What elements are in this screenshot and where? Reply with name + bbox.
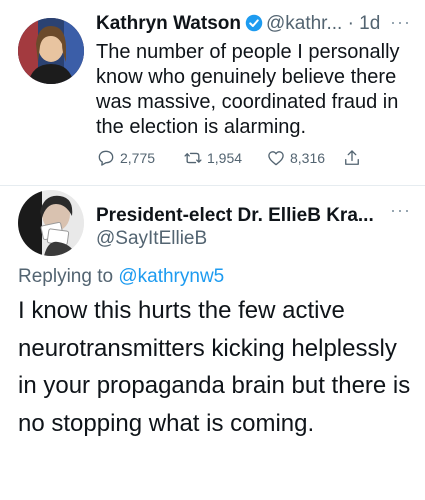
divider (0, 185, 425, 186)
retweet-button[interactable]: 1,954 (183, 148, 242, 168)
tweet-header: Kathryn Watson @kathr... · 1d (96, 12, 380, 36)
tweet-actions: 2,775 1,954 8,316 (96, 148, 416, 170)
handle-and-time[interactable]: @kathr... · 1d (266, 13, 380, 34)
replying-to: Replying to @kathrynw5 (18, 266, 224, 288)
retweet-icon (184, 152, 202, 164)
tweet-text: The number of people I personally know w… (96, 41, 400, 138)
replying-prefix: Replying to (18, 266, 119, 287)
like-count: 8,316 (290, 150, 326, 166)
tweet-original[interactable]: Kathryn Watson @kathr... · 1d ··· The num… (0, 0, 425, 185)
verified-badge-icon (245, 14, 263, 32)
display-name[interactable]: Kathryn Watson (96, 13, 241, 34)
avatar-image (18, 18, 84, 84)
avatar-image (18, 190, 84, 256)
tweet-header: President-elect Dr. EllieB Kra... (96, 204, 374, 228)
avatar[interactable] (18, 18, 84, 84)
reply-text: I know this hurts the few active neurotr… (18, 297, 411, 437)
share-icon (345, 150, 359, 165)
display-name[interactable]: President-elect Dr. EllieB Kra... (96, 205, 374, 226)
more-options-icon[interactable]: ··· (390, 12, 411, 33)
handle[interactable]: @SayItEllieB (96, 228, 207, 250)
more-options-icon[interactable]: ··· (390, 200, 411, 221)
reply-icon (98, 150, 114, 166)
heart-icon (268, 151, 284, 166)
reply-count: 2,775 (120, 150, 156, 166)
retweet-count: 1,954 (207, 150, 243, 166)
reply-button[interactable]: 2,775 (96, 148, 155, 168)
share-button[interactable] (342, 148, 366, 168)
like-button[interactable]: 8,316 (266, 148, 325, 168)
replying-mention-link[interactable]: @kathrynw5 (118, 266, 224, 287)
avatar[interactable] (18, 190, 84, 256)
